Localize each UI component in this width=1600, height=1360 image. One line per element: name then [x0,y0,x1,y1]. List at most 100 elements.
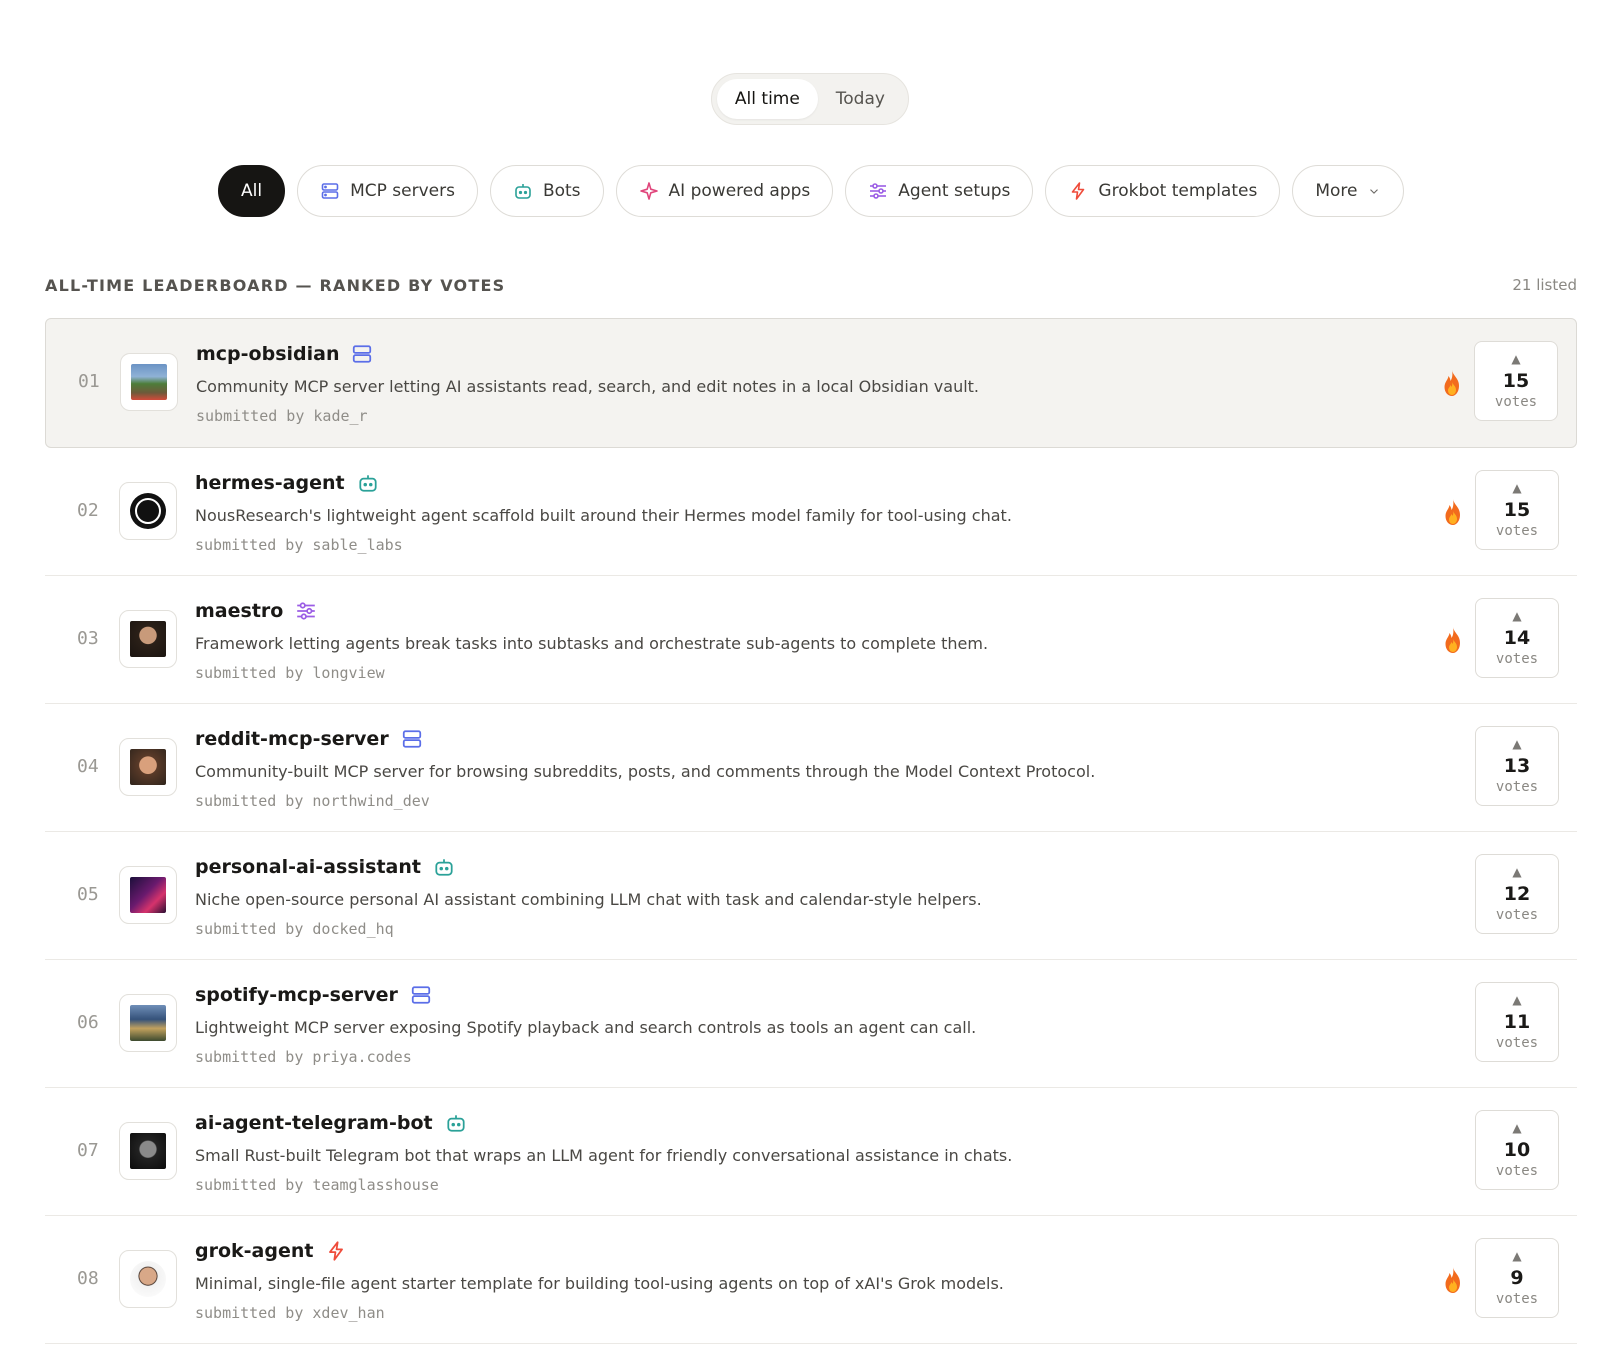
time-option-all-time[interactable]: All time [717,79,818,119]
filter-label: More [1315,181,1358,201]
category-filters: All MCP servers Bots AI powered apps Age… [218,165,1405,217]
vote-label: votes [1495,1291,1539,1307]
leaderboard-title: ALL-TIME LEADERBOARD — RANKED BY VOTES [45,276,506,295]
upvote-arrow-icon: ▲ [1512,993,1522,1007]
upvote-arrow-icon: ▲ [1512,737,1522,751]
vote-count: 11 [1503,1011,1531,1033]
filter-grokbot-templates[interactable]: Grokbot templates [1045,165,1281,217]
submitted-by: submitted by teamglasshouse [195,1176,439,1194]
rank-number: 08 [77,1268,99,1289]
project-description: NousResearch's lightweight agent scaffol… [195,506,1012,525]
upvote-arrow-icon: ▲ [1512,609,1522,623]
vote-count: 13 [1503,755,1531,777]
server-icon [410,984,432,1006]
leaderboard-row[interactable]: 04 reddit-mcp-server Community-built MCP… [45,704,1577,832]
submitted-by: submitted by priya.codes [195,1048,412,1066]
rank-number: 01 [78,371,100,392]
project-name[interactable]: personal-ai-assistant [195,856,421,878]
vote-label: votes [1495,779,1539,795]
avatar [119,610,177,668]
filter-label: Bots [542,181,581,201]
filter-label: All [241,181,263,201]
upvote-button[interactable]: ▲ 10 votes [1475,1110,1559,1190]
filter-all[interactable]: All [218,165,286,217]
filter-more[interactable]: More [1292,165,1405,217]
rank-number: 05 [77,884,99,905]
fire-icon [1440,369,1464,397]
upvote-button[interactable]: ▲ 14 votes [1475,598,1559,678]
submitted-by: submitted by northwind_dev [195,792,430,810]
upvote-button[interactable]: ▲ 15 votes [1475,470,1559,550]
leaderboard-row[interactable]: 02 hermes-agent NousResearch's lightweig… [45,448,1577,576]
project-name[interactable]: ai-agent-telegram-bot [195,1112,433,1134]
project-name[interactable]: hermes-agent [195,472,345,494]
vote-count: 15 [1502,370,1530,392]
vote-count: 10 [1503,1139,1531,1161]
server-icon [351,343,373,365]
leaderboard-row[interactable]: 08 grok-agent Minimal, single-file agent… [45,1216,1577,1344]
rank-number: 04 [77,756,99,777]
server-icon [321,183,339,199]
avatar [119,1250,177,1308]
upvote-arrow-icon: ▲ [1512,481,1522,495]
upvote-arrow-icon: ▲ [1511,352,1521,366]
vote-label: votes [1494,394,1538,410]
project-description: Community MCP server letting AI assistan… [196,377,980,396]
project-description: Small Rust-built Telegram bot that wraps… [195,1146,1013,1165]
vote-count: 9 [1510,1267,1524,1289]
project-name[interactable]: mcp-obsidian [196,343,339,365]
upvote-button[interactable]: ▲ 13 votes [1475,726,1559,806]
filter-agent-setups[interactable]: Agent setups [845,165,1034,217]
project-name[interactable]: spotify-mcp-server [195,984,398,1006]
upvote-button[interactable]: ▲ 11 votes [1475,982,1559,1062]
avatar [119,994,177,1052]
fire-icon [1441,626,1465,654]
bolt-icon [1072,182,1085,200]
leaderboard-row[interactable]: 01 mcp-obsidian Community MCP server let… [45,318,1577,448]
rank-number: 07 [77,1140,99,1161]
leaderboard-row[interactable]: 06 spotify-mcp-server Lightweight MCP se… [45,960,1577,1088]
project-name[interactable]: grok-agent [195,1240,313,1262]
submitted-by: submitted by kade_r [196,407,368,425]
project-description: Lightweight MCP server exposing Spotify … [195,1018,977,1037]
submitted-by: submitted by xdev_han [195,1304,385,1322]
upvote-arrow-icon: ▲ [1512,865,1522,879]
filter-ai-powered-apps[interactable]: AI powered apps [615,165,834,217]
filter-label: AI powered apps [668,181,811,201]
leaderboard-row[interactable]: 05 personal-ai-assistant Niche open-sour… [45,832,1577,960]
avatar [119,482,177,540]
filter-bots[interactable]: Bots [489,165,604,217]
vote-count: 15 [1503,499,1531,521]
vote-count: 12 [1503,883,1531,905]
time-range-toggle: All time Today [711,73,909,125]
avatar [119,1122,177,1180]
bot-icon [445,1112,467,1134]
filter-label: MCP servers [350,181,455,201]
rank-number: 03 [77,628,99,649]
upvote-arrow-icon: ▲ [1512,1249,1522,1263]
project-description: Niche open-source personal AI assistant … [195,890,982,909]
upvote-button[interactable]: ▲ 15 votes [1474,341,1558,421]
bolt-icon [325,1240,347,1262]
chevron-down-icon [1370,189,1379,194]
avatar [119,866,177,924]
filter-label: Grokbot templates [1098,181,1258,201]
filter-mcp-servers[interactable]: MCP servers [297,165,478,217]
project-description: Minimal, single-file agent starter templ… [195,1274,1004,1293]
submitted-by: submitted by sable_labs [195,536,403,554]
fire-icon [1441,498,1465,526]
leaderboard-row[interactable]: 07 ai-agent-telegram-bot Small Rust-buil… [45,1088,1577,1216]
project-name[interactable]: reddit-mcp-server [195,728,389,750]
sparkle-icon [639,182,658,200]
leaderboard-row[interactable]: 03 maestro Framework letting agents brea… [45,576,1577,704]
project-name[interactable]: maestro [195,600,283,622]
bot-icon [357,472,379,494]
time-option-today[interactable]: Today [818,79,903,119]
vote-label: votes [1495,523,1539,539]
upvote-button[interactable]: ▲ 12 votes [1475,854,1559,934]
vote-count: 14 [1503,627,1531,649]
bot-icon [433,856,455,878]
upvote-button[interactable]: ▲ 9 votes [1475,1238,1559,1318]
bot-icon [515,184,531,199]
vote-label: votes [1495,1035,1539,1051]
